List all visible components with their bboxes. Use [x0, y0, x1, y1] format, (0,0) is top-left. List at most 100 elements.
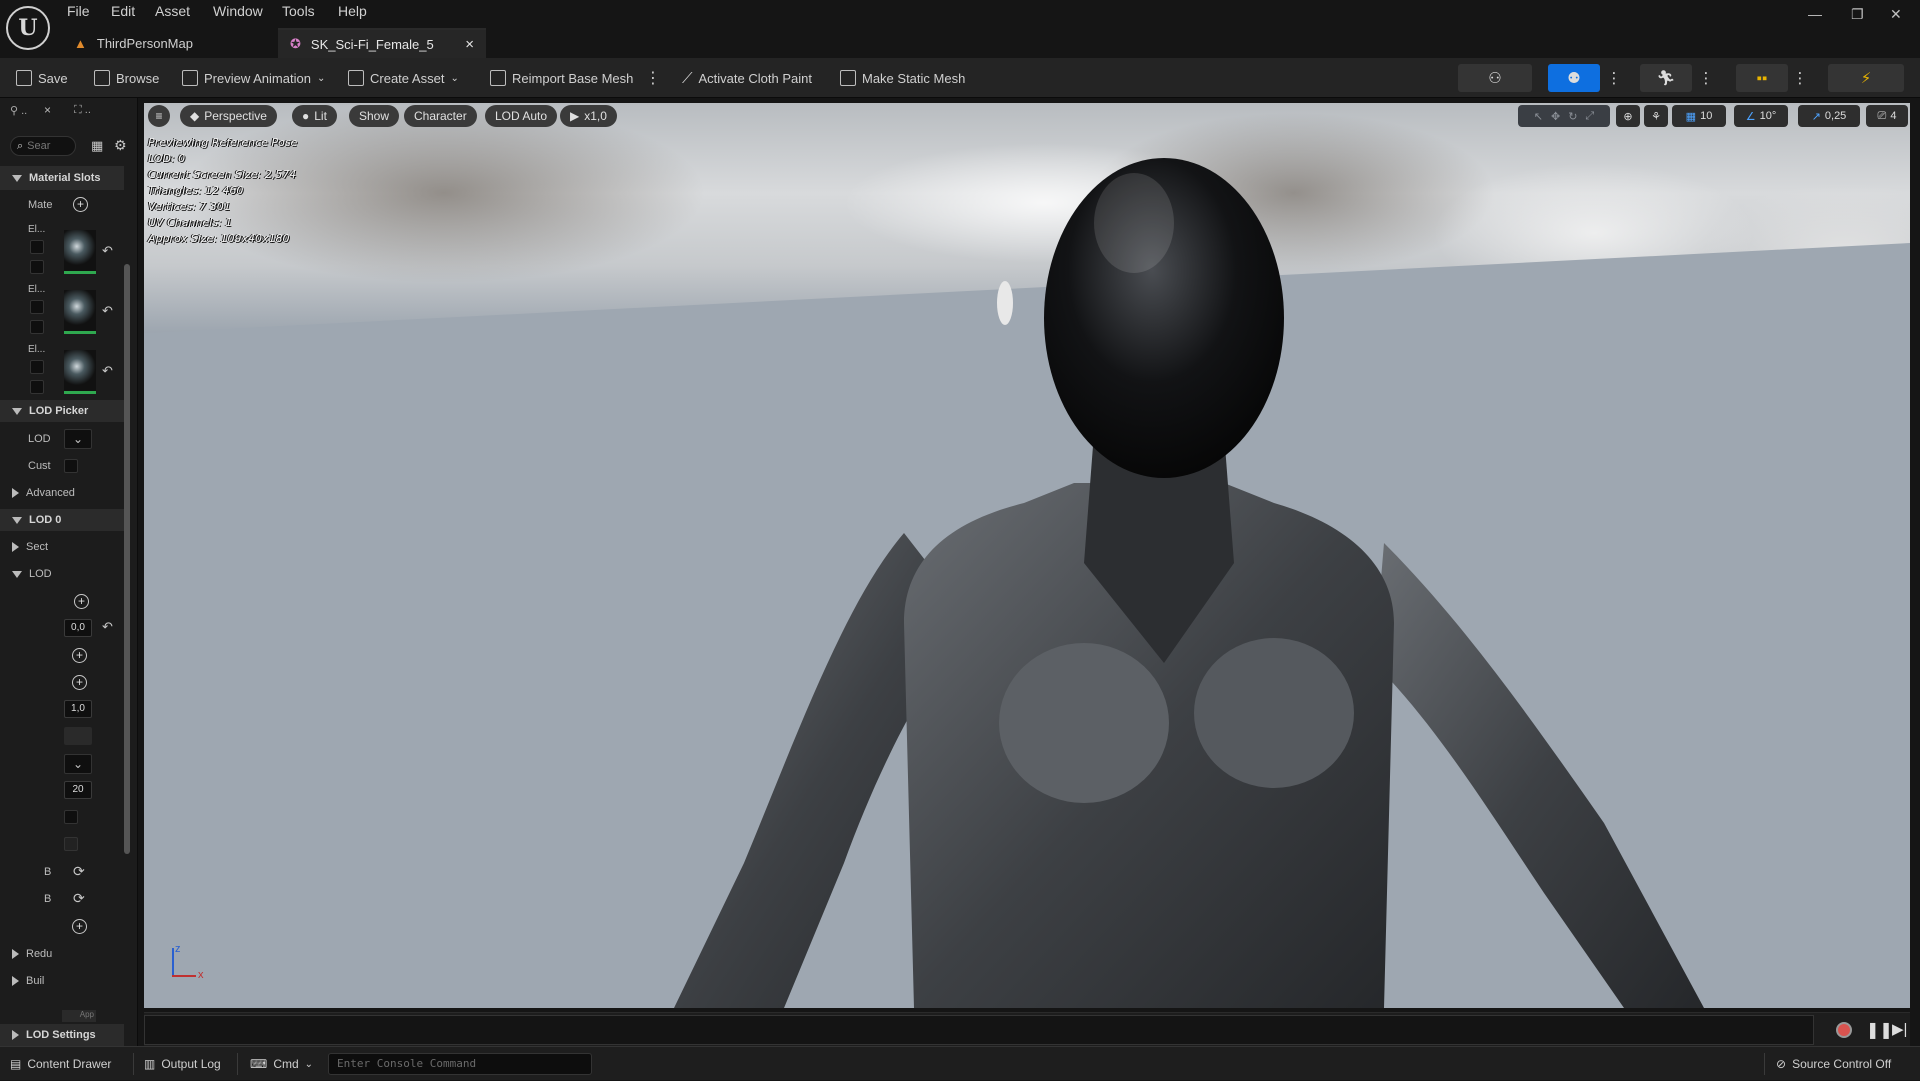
rotation-snap-button[interactable]: ∠ 10° [1734, 105, 1788, 127]
reimport-button[interactable]: Reimport Base Mesh [490, 58, 633, 98]
close-window-button[interactable]: ✕ [1890, 6, 1902, 23]
pause-icon[interactable]: ❚❚ [1866, 1020, 1893, 1040]
gear-icon[interactable]: ⚙ [114, 137, 127, 154]
apply-button[interactable]: App [62, 1010, 96, 1022]
section-lod-picker[interactable]: LOD Picker [0, 400, 124, 422]
physics-mode-button[interactable]: ⚡ [1828, 64, 1904, 92]
playback-speed-button[interactable]: ▶ x1,0 [560, 105, 617, 127]
menu-window[interactable]: Window [213, 3, 263, 19]
material-thumbnail-2[interactable] [64, 350, 96, 394]
tab-third-person-map[interactable]: ▲ ThirdPersonMap [62, 28, 272, 58]
menu-file[interactable]: File [67, 3, 90, 19]
refresh-icon[interactable]: ⟳ [73, 863, 85, 880]
animation-mode-options-icon[interactable]: ⋮ [1696, 64, 1716, 92]
add-element-icon[interactable]: + [72, 675, 87, 690]
skeleton-mode-button[interactable]: ⚇ [1458, 64, 1532, 92]
element-1-checkbox-a[interactable] [30, 300, 44, 314]
create-asset-button[interactable]: Create Asset ⌄ [348, 58, 459, 98]
element-2-checkbox-b[interactable] [30, 380, 44, 394]
mesh-mode-button[interactable]: ⚉ [1548, 64, 1600, 92]
timeline-track[interactable] [144, 1015, 1814, 1045]
viewport-menu-button[interactable]: ≡ [148, 105, 170, 127]
lod-auto-button[interactable]: LOD Auto [485, 105, 558, 127]
translate-icon[interactable]: ✥ [1551, 110, 1560, 123]
add-element-icon[interactable]: + [74, 594, 89, 609]
section-build[interactable]: Buil [0, 970, 124, 992]
sections-row[interactable]: Sect [0, 536, 124, 558]
refresh-icon[interactable]: ⟳ [73, 890, 85, 907]
cmd-dropdown[interactable]: ⌨ Cmd ⌄ [250, 1047, 313, 1081]
element-1-checkbox-b[interactable] [30, 320, 44, 334]
step-forward-icon[interactable]: ▶| [1892, 1020, 1907, 1038]
scale-icon[interactable]: ⤢ [1585, 110, 1594, 123]
lod-info-row[interactable]: LOD [0, 563, 124, 585]
add-element-icon[interactable]: + [72, 648, 87, 663]
browse-button[interactable]: Browse [94, 58, 159, 98]
restore-button[interactable]: ❐ [1851, 6, 1864, 23]
option-checkbox[interactable] [64, 810, 78, 824]
select-icon[interactable]: ↖ [1534, 110, 1543, 123]
reset-arrow-icon[interactable]: ↶ [102, 363, 113, 379]
make-static-mesh-button[interactable]: Make Static Mesh [840, 58, 965, 98]
cloth-paint-button[interactable]: ⟋ Activate Cloth Paint [682, 58, 812, 98]
section-reduction[interactable]: Redu [0, 943, 124, 965]
world-space-icon[interactable]: ⊕ [1616, 105, 1640, 127]
content-drawer-button[interactable]: ▤ Content Drawer [10, 1047, 111, 1081]
mesh-mode-options-icon[interactable]: ⋮ [1604, 64, 1624, 92]
option-checkbox-disabled[interactable] [64, 837, 78, 851]
save-button[interactable]: Save [16, 58, 68, 98]
tab-skeletal-mesh[interactable]: ✪ SK_Sci-Fi_Female_5 × [278, 28, 486, 58]
reset-arrow-icon[interactable]: ↶ [102, 243, 113, 259]
option-dropdown[interactable]: ⌄ [64, 754, 92, 774]
panel-tab-1[interactable]: ⚲ .. [10, 104, 27, 117]
output-log-button[interactable]: ▥ Output Log [144, 1047, 221, 1081]
custom-checkbox[interactable] [64, 459, 78, 473]
element-2-checkbox-a[interactable] [30, 360, 44, 374]
menu-help[interactable]: Help [338, 3, 367, 19]
element-0-checkbox-b[interactable] [30, 260, 44, 274]
character-button[interactable]: Character [404, 105, 477, 127]
section-advanced[interactable]: Advanced [0, 482, 124, 504]
panel-tab-2[interactable]: ⛶ .. [74, 104, 91, 117]
source-control-button[interactable]: ⊘ Source Control Off [1776, 1047, 1891, 1081]
panel-close-icon[interactable]: × [44, 103, 51, 117]
hysteresis-input[interactable]: 1,0 [64, 700, 92, 718]
reset-arrow-icon[interactable]: ↶ [102, 619, 113, 635]
scale-snap-button[interactable]: ↗ 0,25 [1798, 105, 1860, 127]
section-lod0[interactable]: LOD 0 [0, 509, 124, 531]
record-button[interactable] [1836, 1022, 1852, 1038]
surface-snap-icon[interactable]: ⚘ [1644, 105, 1668, 127]
section-lod-settings[interactable]: LOD Settings [0, 1024, 124, 1046]
lod-dropdown[interactable]: ⌄ [64, 429, 92, 449]
material-thumbnail-1[interactable] [64, 290, 96, 334]
animation-mode-button[interactable]: 🏃︎ [1640, 64, 1692, 92]
element-0-checkbox-a[interactable] [30, 240, 44, 254]
menu-edit[interactable]: Edit [111, 3, 135, 19]
show-button[interactable]: Show [349, 105, 400, 127]
camera-speed-button[interactable]: ⎚ 4 [1866, 105, 1908, 127]
more-options-icon[interactable]: ⋮ [645, 58, 661, 98]
grid-snap-button[interactable]: ▦ 10 [1672, 105, 1726, 127]
blueprint-mode-options-icon[interactable]: ⋮ [1790, 64, 1810, 92]
minimize-button[interactable]: — [1808, 6, 1822, 22]
panel-scrollbar[interactable] [124, 264, 130, 854]
viewport[interactable]: ≡ ◆ Perspective ● Lit Show Character LOD A… [144, 103, 1910, 1008]
blueprint-mode-button[interactable]: ▪▪ [1736, 64, 1788, 92]
material-thumbnail-0[interactable] [64, 230, 96, 274]
add-material-icon[interactable]: + [73, 197, 88, 212]
search-input[interactable]: ⌕ Sear [10, 136, 76, 156]
menu-asset[interactable]: Asset [155, 3, 190, 19]
section-material-slots[interactable]: Material Slots [0, 166, 124, 190]
table-view-icon[interactable]: ▦ [91, 138, 103, 154]
rotate-icon[interactable]: ↻ [1568, 110, 1577, 123]
lit-button[interactable]: ● Lit [292, 105, 337, 127]
value-input[interactable]: 20 [64, 781, 92, 799]
add-element-icon[interactable]: + [72, 919, 87, 934]
tab-close-icon[interactable]: × [465, 36, 474, 53]
menu-tools[interactable]: Tools [282, 3, 315, 19]
preview-animation-button[interactable]: Preview Animation ⌄ [182, 58, 325, 98]
reset-arrow-icon[interactable]: ↶ [102, 303, 113, 319]
screen-size-input[interactable]: 0,0 [64, 619, 92, 637]
perspective-button[interactable]: ◆ Perspective [180, 105, 277, 127]
console-command-input[interactable]: Enter Console Command [328, 1053, 592, 1075]
